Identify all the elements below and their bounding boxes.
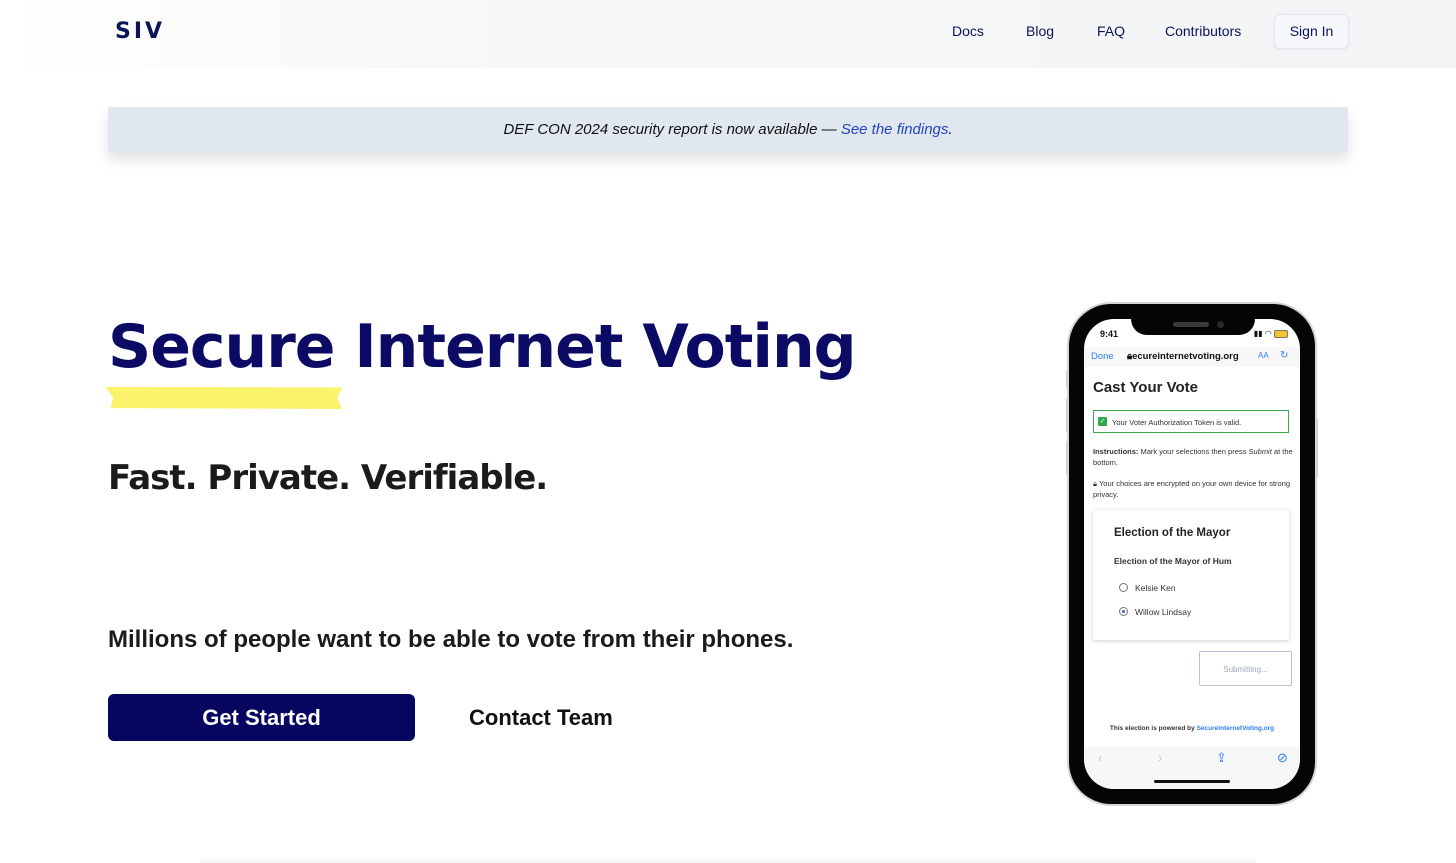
instructions-text: Instructions: Mark your selections then … [1093, 446, 1293, 468]
radio-button[interactable] [1119, 583, 1128, 592]
ballot-option-label: Kelsie Ken [1135, 583, 1176, 593]
nav-faq[interactable]: FAQ [1097, 23, 1125, 39]
nav-docs[interactable]: Docs [952, 23, 984, 39]
phone-side-button [1315, 418, 1318, 478]
home-indicator [1154, 780, 1230, 783]
tagline: Fast. Private. Verifiable. [108, 458, 548, 498]
battery-icon [1274, 329, 1288, 338]
signal-icon: ▮▮ [1253, 329, 1263, 338]
browser-url-bar: Done 🔒︎ecureinternetvoting.org AA ↻ [1084, 347, 1300, 367]
banner-suffix: . [948, 121, 953, 138]
status-icons: ▮▮ ◠ [1254, 329, 1288, 338]
browser-done-button[interactable]: Done [1091, 351, 1114, 362]
ballot-card: Election of the Mayor Election of the Ma… [1093, 510, 1289, 640]
phone-speaker [1173, 322, 1209, 327]
phone-mockup: 9:41 ▮▮ ◠ Done 🔒︎ecureinternetvoting.org… [1069, 304, 1315, 804]
instructions-submit: Submit [1248, 447, 1272, 456]
instructions-body: Mark your selections then press [1138, 447, 1249, 456]
powered-by-footer: This election is powered by SecureIntern… [1084, 725, 1300, 732]
instructions-label: Instructions: [1093, 447, 1139, 456]
get-started-button[interactable]: Get Started [108, 694, 415, 741]
checkmark-icon: ✓ [1098, 417, 1107, 426]
powered-by-link[interactable]: SecureInternetVoting.org [1197, 725, 1275, 732]
section-divider-shadow [200, 856, 1256, 863]
privacy-note-text: Your choices are encrypted on your own d… [1093, 479, 1291, 499]
powered-by-text: This election is powered by [1109, 725, 1197, 732]
logo[interactable]: SIV [115, 19, 165, 44]
token-valid-box: ✓ Your Voter Authorization Token is vali… [1093, 410, 1289, 433]
sign-in-button[interactable]: Sign In [1274, 14, 1349, 49]
announcement-banner: DEF CON 2024 security report is now avai… [108, 107, 1348, 152]
ballot-option[interactable]: Kelsie Ken [1119, 583, 1176, 593]
share-icon[interactable]: ⇪ [1216, 750, 1227, 766]
compass-icon[interactable]: ⊘ [1277, 750, 1288, 766]
ballot-option-label: Willow Lindsay [1135, 607, 1192, 617]
ballot-question: Election of the Mayor of Hum [1114, 556, 1232, 566]
reload-icon[interactable]: ↻ [1280, 350, 1288, 361]
url-text: ecureinternetvoting.org [1132, 351, 1239, 362]
status-time: 9:41 [1100, 329, 1119, 339]
submit-button[interactable]: Submitting... [1199, 651, 1292, 686]
text-size-button[interactable]: AA [1258, 351, 1269, 360]
wifi-icon: ◠ [1264, 329, 1272, 338]
banner-text: DEF CON 2024 security report is now avai… [503, 121, 841, 138]
privacy-note: 🔒︎ Your choices are encrypted on your ow… [1093, 478, 1293, 500]
radio-button-selected[interactable] [1119, 607, 1128, 616]
nav-contributors[interactable]: Contributors [1165, 23, 1241, 39]
phone-screen: 9:41 ▮▮ ◠ Done 🔒︎ecureinternetvoting.org… [1084, 319, 1300, 789]
forward-icon[interactable]: › [1158, 750, 1162, 765]
lead-text: Millions of people want to be able to vo… [108, 626, 794, 653]
back-icon[interactable]: ‹ [1098, 750, 1102, 765]
vote-heading: Cast Your Vote [1093, 379, 1199, 396]
token-status-text: Your Voter Authorization Token is valid. [1112, 418, 1242, 427]
banner-findings-link[interactable]: See the findings [841, 121, 949, 138]
ballot-title: Election of the Mayor [1114, 527, 1231, 539]
title-highlight-decoration [106, 387, 342, 409]
contact-team-button[interactable]: Contact Team [469, 705, 613, 731]
phone-camera [1217, 321, 1224, 328]
page-title: Secure Internet Voting [108, 312, 857, 382]
ballot-option-selected[interactable]: Willow Lindsay [1119, 607, 1192, 617]
browser-url[interactable]: 🔒︎ecureinternetvoting.org [1127, 351, 1239, 362]
nav-blog[interactable]: Blog [1026, 23, 1054, 39]
browser-toolbar: ‹ › ⇪ ⊘ [1084, 746, 1300, 789]
